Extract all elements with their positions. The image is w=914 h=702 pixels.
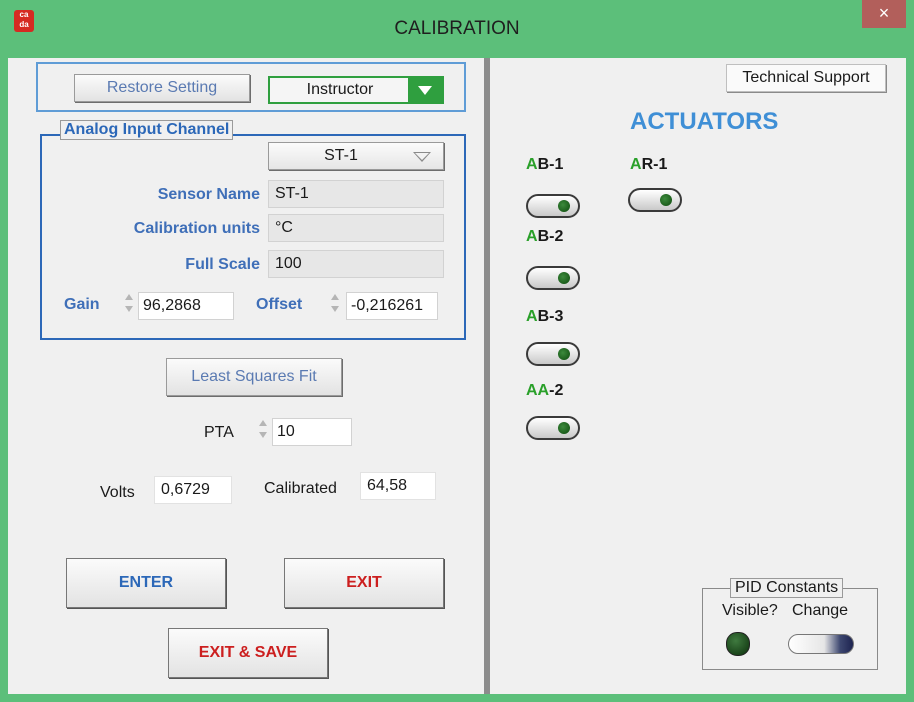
arrow-up-icon[interactable] <box>259 420 267 426</box>
actuator-suffix: -2 <box>549 382 564 399</box>
mode-dropdown-value: Instructor <box>306 81 374 98</box>
arrow-up-icon[interactable] <box>125 294 133 300</box>
actuator-label-ab1: AB-1 <box>526 156 563 174</box>
actuator-suffix: B-3 <box>537 308 564 325</box>
actuator-prefix: A <box>526 156 538 173</box>
arrow-down-icon[interactable] <box>259 432 267 438</box>
actuator-suffix: B-2 <box>537 228 564 245</box>
analog-input-legend: Analog Input Channel <box>60 120 234 140</box>
title-bar: ca da CALIBRATION × <box>0 0 914 58</box>
actuator-toggle-ar1[interactable] <box>628 188 682 212</box>
actuator-prefix: A <box>630 156 642 173</box>
exit-button[interactable]: EXIT <box>284 558 444 608</box>
actuator-label-ab2: AB-2 <box>526 228 563 246</box>
offset-label: Offset <box>256 296 303 313</box>
actuator-label-aa2: AA-2 <box>526 382 563 400</box>
sensor-name-field[interactable]: ST-1 <box>268 180 444 208</box>
calibrated-value: 64,58 <box>360 472 436 500</box>
actuator-suffix: B-1 <box>537 156 564 173</box>
actuator-toggle-ab1[interactable] <box>526 194 580 218</box>
technical-support-button[interactable]: Technical Support <box>726 64 886 92</box>
channel-select-value: ST-1 <box>324 147 358 164</box>
actuator-prefix: A <box>526 308 538 325</box>
actuator-toggle-ab3[interactable] <box>526 342 580 366</box>
actuator-prefix: A <box>526 228 538 245</box>
channel-select[interactable]: ST-1 <box>268 142 444 170</box>
actuator-label-ar1: AR-1 <box>630 156 667 174</box>
arrow-down-icon[interactable] <box>125 306 133 312</box>
gain-label: Gain <box>64 296 100 313</box>
pta-label: PTA <box>204 424 234 441</box>
pid-constants-frame <box>702 588 878 670</box>
pta-field[interactable]: 10 <box>272 418 352 446</box>
actuator-suffix: R-1 <box>641 156 668 173</box>
arrow-up-icon[interactable] <box>331 294 339 300</box>
actuator-toggle-ab2[interactable] <box>526 266 580 290</box>
chevron-down-icon[interactable] <box>408 78 442 102</box>
pta-spinner[interactable] <box>256 416 270 446</box>
gain-spinner[interactable] <box>122 290 136 320</box>
actuators-title: ACTUATORS <box>630 108 779 135</box>
pid-change-toggle[interactable] <box>788 634 854 654</box>
pid-visible-label: Visible? <box>722 602 778 619</box>
full-scale-label: Full Scale <box>185 256 260 273</box>
close-button[interactable]: × <box>862 0 906 28</box>
mode-dropdown[interactable]: Instructor <box>268 76 444 104</box>
right-panel: Technical Support ACTUATORS AB-1 AB-2 AB… <box>490 58 906 694</box>
enter-button[interactable]: ENTER <box>66 558 226 608</box>
pid-constants-legend: PID Constants <box>730 578 844 598</box>
actuator-toggle-aa2[interactable] <box>526 416 580 440</box>
calibration-units-field[interactable]: °C <box>268 214 444 242</box>
left-panel: Restore Setting Instructor Analog Input … <box>8 58 484 694</box>
restore-setting-button[interactable]: Restore Setting <box>74 74 250 102</box>
sensor-name-label: Sensor Name <box>157 186 260 203</box>
actuator-label-ab3: AB-3 <box>526 308 563 326</box>
pid-change-label: Change <box>792 602 849 619</box>
calibration-units-label: Calibration units <box>133 220 260 237</box>
gain-field[interactable]: 96,2868 <box>138 292 234 320</box>
volts-value: 0,6729 <box>154 476 232 504</box>
actuator-prefix: AA <box>526 382 550 399</box>
pid-visible-led[interactable] <box>726 632 750 656</box>
least-squares-fit-button[interactable]: Least Squares Fit <box>166 358 342 396</box>
calibrated-label: Calibrated <box>264 480 337 497</box>
window-title: CALIBRATION <box>394 18 520 39</box>
full-scale-field[interactable]: 100 <box>268 250 444 278</box>
offset-field[interactable]: -0,216261 <box>346 292 438 320</box>
offset-spinner[interactable] <box>328 290 342 320</box>
volts-label: Volts <box>100 484 135 501</box>
arrow-down-icon[interactable] <box>331 306 339 312</box>
triangle-down-icon <box>413 152 431 162</box>
exit-save-button[interactable]: EXIT & SAVE <box>168 628 328 678</box>
